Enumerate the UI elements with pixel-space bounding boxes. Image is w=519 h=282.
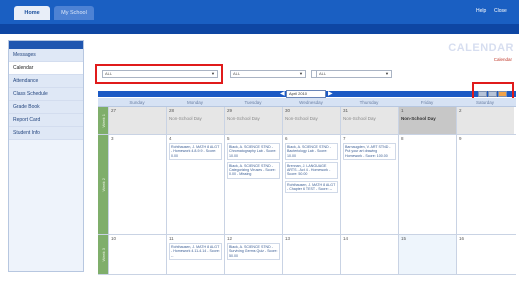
- day-header: Thursday: [359, 100, 379, 105]
- filter-select-1-value: ALL: [105, 71, 113, 76]
- tab-my-school[interactable]: My School: [54, 6, 94, 20]
- day-cell[interactable]: 6 Black, A. SCIENCE STND - Bacteriology …: [282, 135, 340, 234]
- day-header-row: Sunday Monday Tuesday Wednesday Thursday…: [98, 98, 516, 107]
- sidebar-item-calendar[interactable]: Calendar: [9, 62, 83, 75]
- day-cell[interactable]: 2: [456, 107, 514, 134]
- day-cell[interactable]: 9: [456, 135, 514, 234]
- week-label[interactable]: Week 3: [98, 235, 108, 274]
- day-cell[interactable]: 7 Barnaugden, V. ART STND - Put your art…: [340, 135, 398, 234]
- day-cell[interactable]: 14: [340, 235, 398, 274]
- day-cell[interactable]: 1 Non-School Day: [398, 107, 456, 134]
- day-cell[interactable]: 12 Black, A. SCIENCE STND - Surviving Ge…: [224, 235, 282, 274]
- day-cell[interactable]: 16: [456, 235, 514, 274]
- close-link[interactable]: Close: [494, 8, 507, 14]
- day-cell[interactable]: 15: [398, 235, 456, 274]
- assignment-event[interactable]: Rohthausen, J. MATH 8 ALGT - Homework 4.…: [169, 243, 222, 260]
- week-row: Week 1 27 28 Non-School Day 29 Non-School …: [98, 107, 516, 135]
- day-header: Monday: [186, 100, 203, 105]
- week-row: Week 2 3 4 Rohthausen, J. MATH 8 ALGT - …: [98, 135, 516, 235]
- day-header: Wednesday: [299, 100, 323, 105]
- filter-select-1[interactable]: ALL ▼: [102, 70, 218, 78]
- help-link[interactable]: Help: [476, 8, 486, 14]
- filter-select-2-value: ALL: [233, 71, 241, 76]
- day-cell[interactable]: 10: [108, 235, 166, 274]
- assignment-event[interactable]: Black, A. SCIENCE STND - Surviving Germs…: [227, 243, 280, 260]
- day-cell[interactable]: 29 Non-School Day: [224, 107, 282, 134]
- sidebar-item-class-schedule[interactable]: Class Schedule: [9, 88, 83, 101]
- day-cell[interactable]: 27: [108, 107, 166, 134]
- week-view-button[interactable]: [488, 91, 497, 97]
- sub-header-bar: [0, 24, 519, 34]
- week-label[interactable]: Week 1: [98, 107, 108, 134]
- assignment-event[interactable]: Black, A. SCIENCE STND - Bacteriology La…: [285, 143, 338, 160]
- day-cell[interactable]: 4 Rohthausen, J. MATH 8 ALGT - Homework …: [166, 135, 224, 234]
- day-cell[interactable]: 31 Non-School Day: [340, 107, 398, 134]
- sidebar-cap: [9, 41, 83, 49]
- day-cell[interactable]: 28 Non-School Day: [166, 107, 224, 134]
- day-header: Tuesday: [244, 100, 262, 105]
- day-header: Sunday: [129, 100, 145, 105]
- filter-select-2[interactable]: ALL ▼: [230, 70, 306, 78]
- chevron-down-icon: ▼: [211, 71, 215, 76]
- day-cell[interactable]: 11 Rohthausen, J. MATH 8 ALGT - Homework…: [166, 235, 224, 274]
- top-navigation-bar: Home My School Help Close: [0, 0, 519, 24]
- month-view-button[interactable]: [498, 91, 507, 97]
- next-month-arrow-icon[interactable]: ▶: [328, 90, 333, 98]
- day-view-button[interactable]: [478, 91, 487, 97]
- sidebar: Messages Calendar Attendance Class Sched…: [8, 40, 84, 272]
- assignment-event[interactable]: Brennan, J. LANGUAGE ARTS - Act 4 - Home…: [285, 161, 338, 179]
- day-header: Friday: [420, 100, 434, 105]
- filter-select-4-value: ALL: [319, 71, 327, 76]
- assignment-event[interactable]: Black, A. SCIENCE STND - Chromatography …: [227, 143, 280, 160]
- sidebar-item-grade-book[interactable]: Grade Book: [9, 101, 83, 114]
- page-subtitle: Calendar: [493, 57, 512, 62]
- day-cell[interactable]: 3: [108, 135, 166, 234]
- main-content: CALENDAR Calendar ALL ▼ ALL ▼ ▼ ALL ▼ ◀ …: [90, 40, 516, 276]
- previous-month-arrow-icon[interactable]: ◀: [280, 90, 285, 98]
- filter-select-4[interactable]: ALL ▼: [316, 70, 392, 78]
- assignment-event[interactable]: Rohthausen, J. MATH 8 ALGT - Homework 4.…: [169, 143, 222, 160]
- tab-home[interactable]: Home: [14, 6, 50, 20]
- month-select[interactable]: April 2010: [286, 90, 326, 98]
- week-label[interactable]: Week 2: [98, 135, 108, 234]
- day-cell[interactable]: 5 Black, A. SCIENCE STND - Chromatograph…: [224, 135, 282, 234]
- sidebar-item-student-info[interactable]: Student Info: [9, 127, 83, 140]
- day-cell[interactable]: 30 Non-School Day: [282, 107, 340, 134]
- assignment-event[interactable]: Rohthausen, J. MATH 8 ALGT - Chapter 6 T…: [285, 180, 338, 194]
- week-row: Week 3 10 11 Rohthausen, J. MATH 8 ALGT …: [98, 235, 516, 275]
- day-header: Saturday: [475, 100, 494, 105]
- page-title: CALENDAR: [448, 42, 514, 54]
- assignment-event[interactable]: Barnaugden, V. ART STND - Put your art d…: [343, 143, 396, 160]
- calendar-grid: Sunday Monday Tuesday Wednesday Thursday…: [98, 98, 516, 275]
- sidebar-item-attendance[interactable]: Attendance: [9, 75, 83, 88]
- day-cell[interactable]: 13: [282, 235, 340, 274]
- chevron-down-icon: ▼: [299, 71, 303, 76]
- sidebar-item-messages[interactable]: Messages: [9, 49, 83, 62]
- chevron-down-icon: ▼: [385, 71, 389, 76]
- day-cell[interactable]: 8: [398, 135, 456, 234]
- sidebar-item-report-card[interactable]: Report Card: [9, 114, 83, 127]
- assignment-event[interactable]: Black, A. SCIENCE STND - Categorizing Vi…: [227, 161, 280, 179]
